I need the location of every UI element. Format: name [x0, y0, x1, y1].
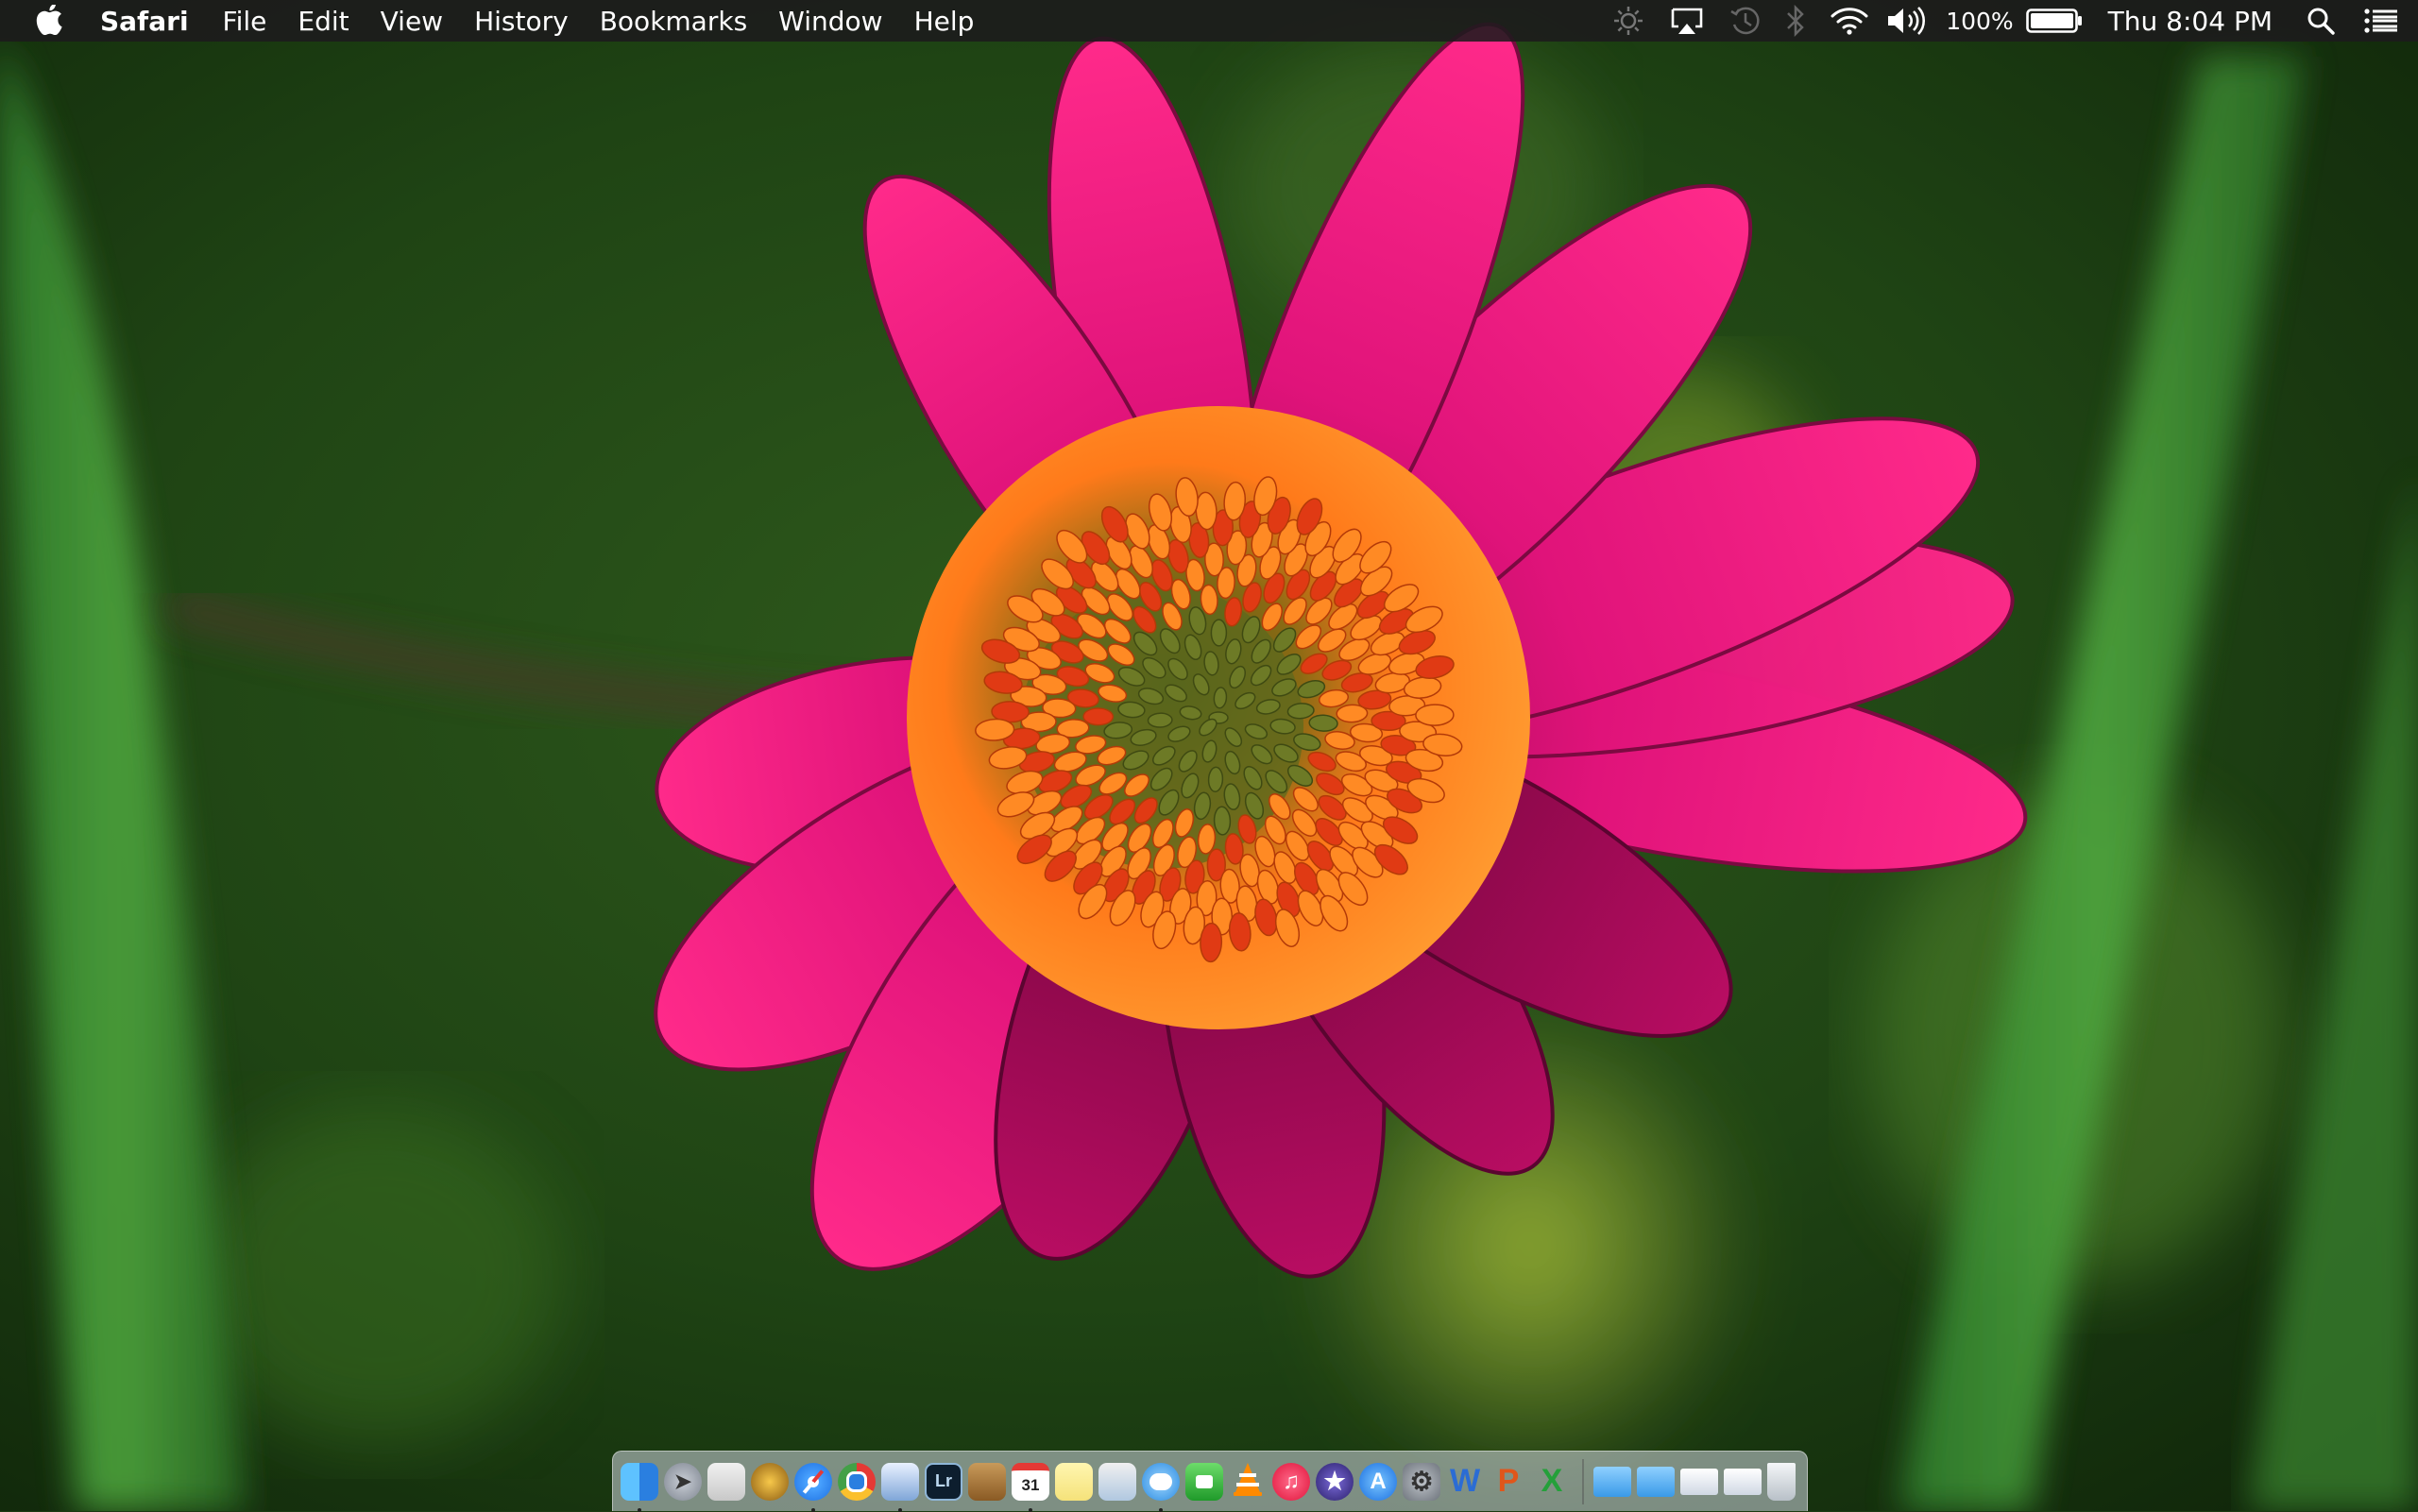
rocket-icon: ➤ — [673, 1469, 692, 1493]
cone-floret — [1082, 707, 1115, 726]
dock-item-word[interactable]: W — [1446, 1463, 1484, 1501]
menu-edit[interactable]: Edit — [298, 6, 349, 37]
compass-icon — [802, 1468, 825, 1496]
menu-bookmarks[interactable]: Bookmarks — [600, 6, 747, 37]
word-icon: W — [1449, 1463, 1481, 1499]
battery-icon[interactable] — [2025, 0, 2084, 42]
time-machine-icon[interactable] — [1727, 0, 1764, 42]
sun-icon[interactable] — [1609, 0, 1647, 42]
star-icon: ★ — [1323, 1467, 1346, 1495]
dock-item-stack-2[interactable] — [1724, 1468, 1762, 1495]
dock-item-notes[interactable] — [1055, 1462, 1093, 1501]
chrome-icon — [846, 1470, 867, 1492]
wifi-icon[interactable] — [1829, 0, 1870, 42]
dock-item-app-4[interactable] — [751, 1462, 789, 1501]
facetime-icon — [1196, 1474, 1213, 1488]
calendar-icon: 31 — [1021, 1475, 1040, 1494]
dock-item-downloads-folder[interactable] — [1637, 1466, 1675, 1497]
spotlight-search-icon[interactable] — [2305, 0, 2337, 42]
menu-history[interactable]: History — [474, 6, 569, 37]
notification-center-icon[interactable] — [2363, 0, 2399, 42]
cone-floret — [1415, 704, 1455, 726]
menu-app-name[interactable]: Safari — [100, 6, 189, 37]
dock-item-excel[interactable]: X — [1533, 1463, 1571, 1501]
dock-item-system-preferences[interactable]: ⚙ — [1403, 1462, 1440, 1501]
cone-floret — [1200, 922, 1223, 963]
dock-item-facetime[interactable] — [1185, 1462, 1223, 1501]
dock-item-stack-1[interactable] — [1680, 1468, 1718, 1495]
desktop-wallpaper — [0, 0, 2418, 1511]
dock-item-powerpoint[interactable]: P — [1490, 1463, 1527, 1501]
dock-item-app-3[interactable] — [707, 1462, 745, 1501]
cone-floret — [1213, 806, 1232, 836]
cone-floret — [1147, 712, 1173, 728]
dock-item-calendar[interactable]: 31 — [1012, 1462, 1049, 1512]
menu-view[interactable]: View — [381, 6, 443, 37]
dock-item-trash[interactable] — [1767, 1462, 1796, 1501]
dock: ➤ Lr 31 ♫ ★ A ⚙ W P X — [612, 1451, 1808, 1512]
lightroom-icon: Lr — [935, 1471, 952, 1490]
cone-floret — [1207, 766, 1224, 792]
dock-item-safari[interactable] — [794, 1462, 832, 1512]
powerpoint-icon: P — [1497, 1463, 1520, 1499]
dock-item-imovie[interactable]: ★ — [1316, 1462, 1354, 1501]
battery-percentage[interactable]: 100% — [1946, 8, 2013, 35]
excel-icon: X — [1541, 1463, 1563, 1499]
dock-separator — [1582, 1458, 1584, 1504]
menu-file[interactable]: File — [223, 6, 267, 37]
menu-window[interactable]: Window — [778, 6, 882, 37]
gear-icon: ⚙ — [1409, 1467, 1434, 1496]
dock-item-finder[interactable] — [621, 1462, 658, 1512]
dock-item-applications-folder[interactable] — [1593, 1466, 1631, 1497]
airplay-icon[interactable] — [1668, 0, 1706, 42]
dock-item-preview[interactable] — [881, 1462, 919, 1512]
app-store-icon: A — [1370, 1468, 1387, 1494]
bluetooth-icon[interactable] — [1781, 0, 1810, 42]
dock-item-vlc[interactable] — [1229, 1460, 1267, 1503]
menu-clock[interactable]: Thu 8:04 PM — [2108, 6, 2273, 37]
apple-menu-icon[interactable] — [36, 4, 68, 38]
volume-icon[interactable] — [1885, 0, 1929, 42]
menu-help[interactable]: Help — [914, 6, 975, 37]
dock-item-lightroom[interactable]: Lr — [925, 1462, 962, 1501]
dock-item-itunes[interactable]: ♫ — [1272, 1462, 1310, 1501]
speech-bubble-icon — [1149, 1472, 1172, 1490]
menu-bar: Safari File Edit View History Bookmarks … — [0, 0, 2418, 42]
dock-item-notebook[interactable] — [968, 1462, 1006, 1501]
cone-floret — [1210, 619, 1228, 647]
dock-item-messages[interactable] — [1142, 1462, 1180, 1512]
dock-item-launchpad[interactable]: ➤ — [664, 1462, 702, 1501]
music-note-icon: ♫ — [1283, 1468, 1300, 1494]
cone-icon — [1229, 1460, 1267, 1503]
dock-item-app-store[interactable]: A — [1359, 1462, 1397, 1501]
dock-item-app-12[interactable] — [1098, 1462, 1136, 1501]
dock-item-chrome[interactable] — [838, 1462, 876, 1501]
